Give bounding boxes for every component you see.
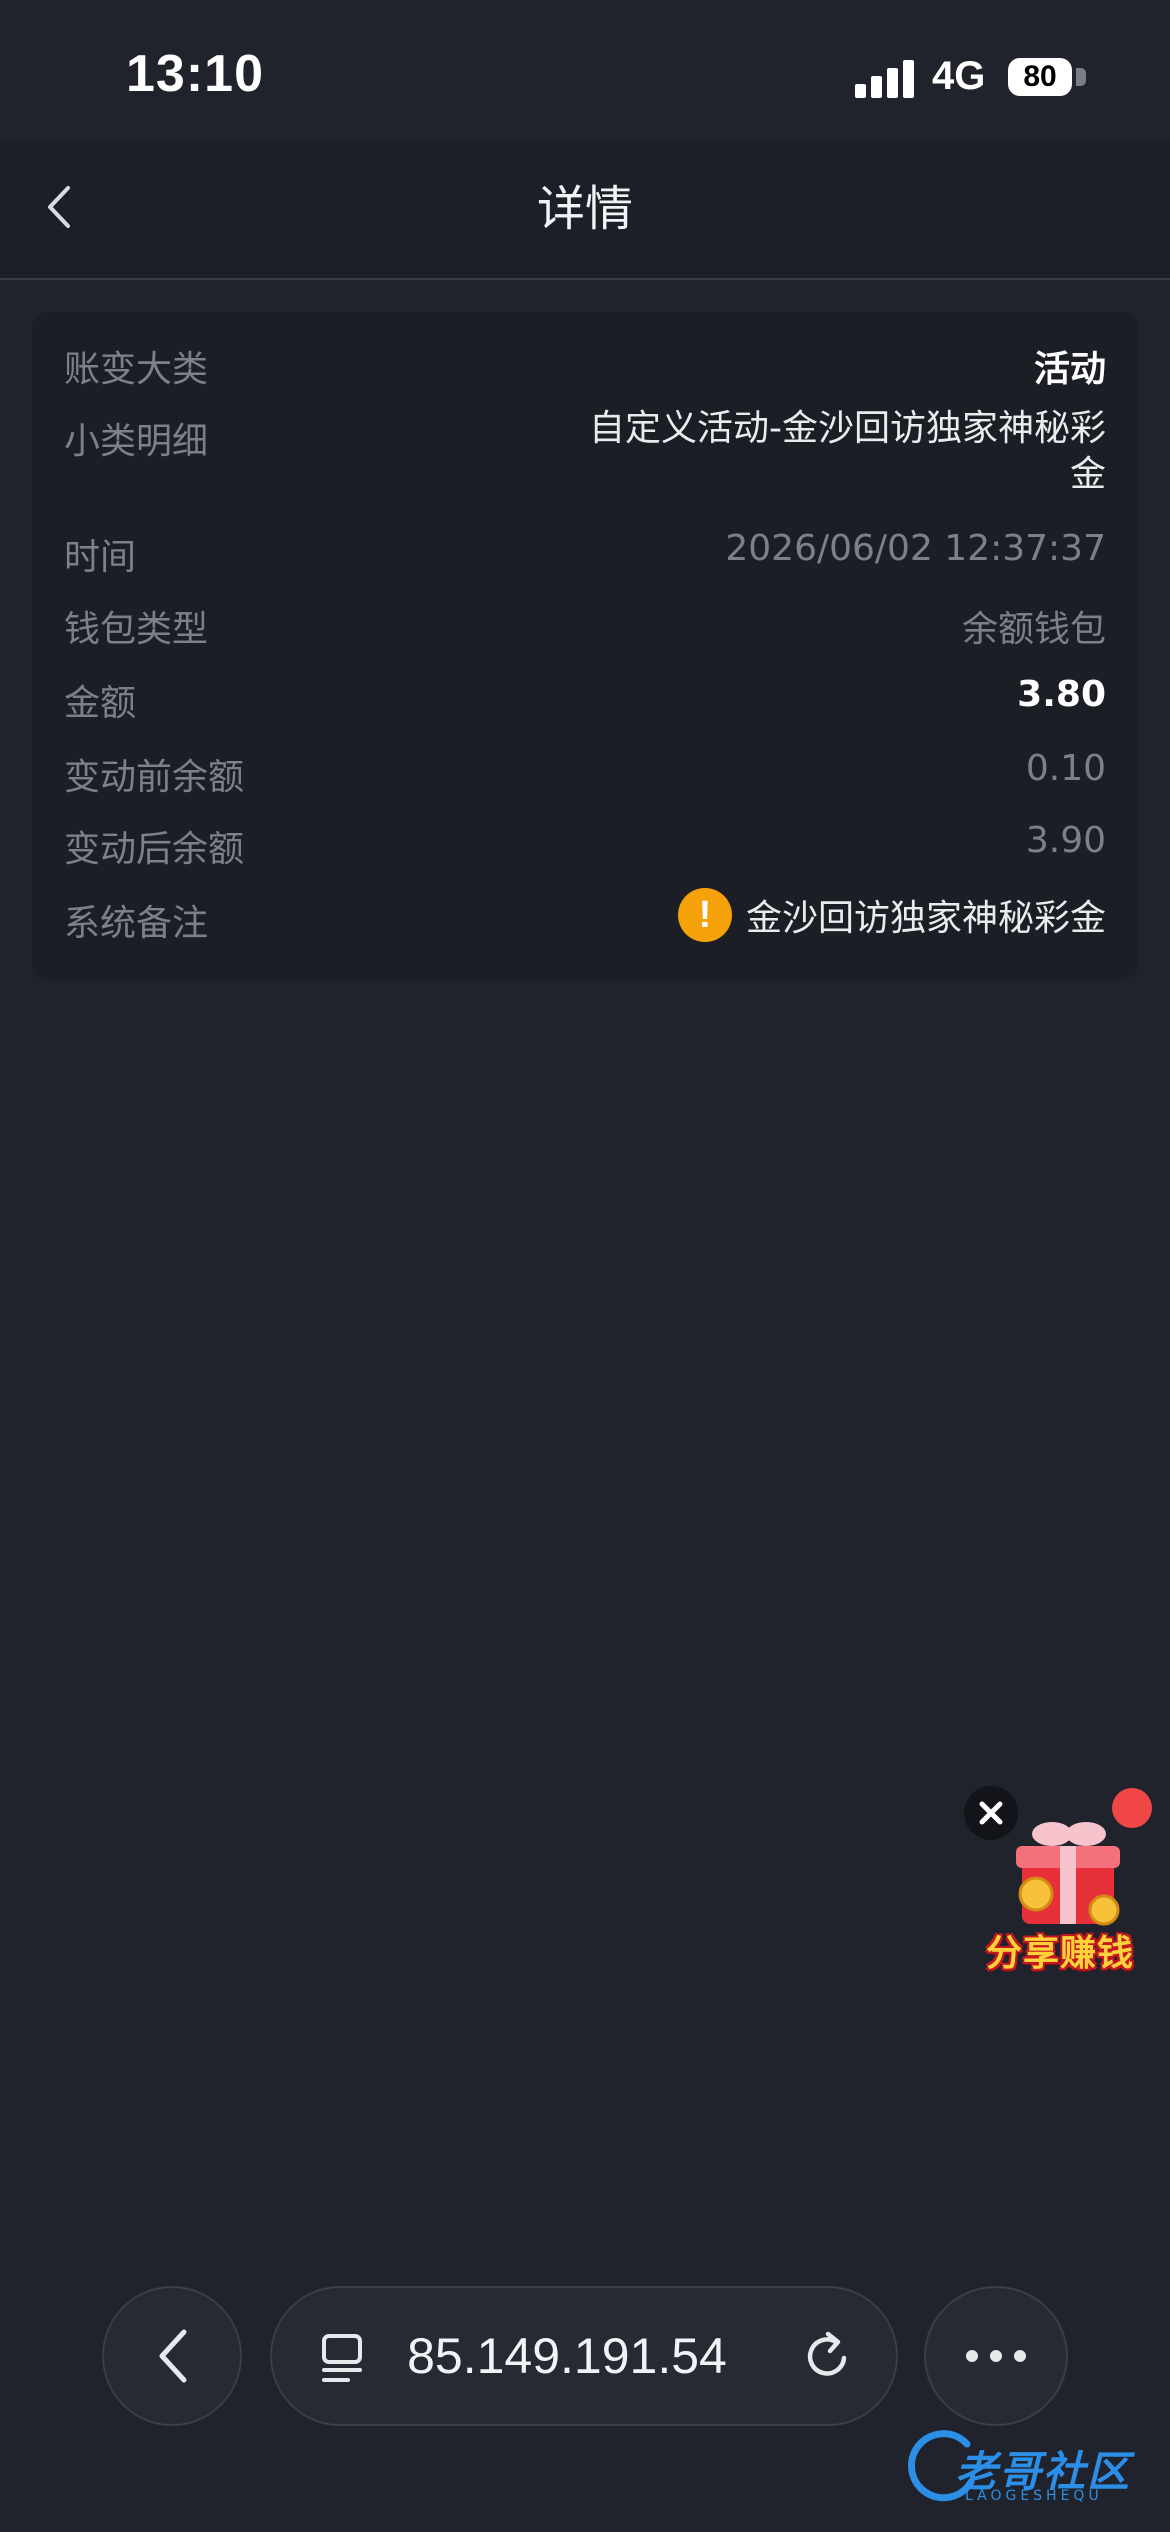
balance-before-label: 变动前余额: [64, 757, 245, 798]
subcategory-value: 自定义活动-金沙回访独家神秘彩金: [589, 408, 1106, 495]
share-earn-widget[interactable]: 分享赚钱: [964, 1784, 1154, 1974]
amount-value: 3.80: [1017, 674, 1106, 715]
amount-label: 金额: [64, 683, 137, 724]
watermark: 老哥社区 LAOGESHEQU: [905, 2422, 1165, 2522]
more-options-button[interactable]: [924, 2286, 1068, 2426]
battery-tip: [1076, 68, 1086, 86]
remark-value: 金沙回访独家神秘彩金: [745, 898, 1106, 939]
balance-after-label: 变动后余额: [64, 829, 245, 870]
browser-back-button[interactable]: [102, 2286, 242, 2426]
warning-icon[interactable]: !: [677, 888, 732, 942]
battery-icon: 80: [1008, 58, 1072, 96]
time-value: 2026/06/02 12:37:37: [725, 528, 1106, 569]
page-title: 详情: [536, 181, 633, 237]
network-type: 4G: [932, 54, 986, 98]
subcategory-label: 小类明细: [64, 421, 209, 462]
remark-value-group: ! 金沙回访独家神秘彩金: [677, 888, 1106, 942]
gift-icon: [1016, 1822, 1120, 1926]
share-earn-label: 分享赚钱: [985, 1933, 1134, 1974]
chevron-left-icon: [159, 2329, 187, 2383]
close-share-button[interactable]: [964, 1786, 1018, 1840]
reload-icon[interactable]: [800, 2328, 856, 2384]
chevron-left-icon: [48, 186, 70, 228]
page-menu-icon[interactable]: [318, 2332, 370, 2384]
nav-header: 详情: [0, 140, 1170, 280]
wallet-type-value: 余额钱包: [961, 609, 1106, 650]
back-button[interactable]: [24, 172, 94, 242]
balance-before-value: 0.10: [1025, 748, 1106, 789]
close-icon: [979, 1801, 1003, 1825]
category-value: 活动: [1033, 349, 1106, 390]
battery-level: 80: [1023, 60, 1057, 93]
address-bar[interactable]: 85.149.191.54: [270, 2286, 898, 2426]
status-time: 13:10: [126, 45, 264, 103]
time-label: 时间: [64, 537, 137, 578]
wallet-type-label: 钱包类型: [64, 609, 209, 650]
category-label: 账变大类: [64, 349, 209, 390]
detail-card: 账变大类 活动 小类明细 自定义活动-金沙回访独家神秘彩金 时间 2026/06…: [32, 312, 1138, 980]
page: 13:10 4G 80 详情 账变大类 活动 小类明细 自定义活动-金沙回访独家…: [0, 0, 1170, 2532]
remark-label: 系统备注: [64, 903, 209, 944]
balance-after-value: 3.90: [1025, 820, 1106, 861]
status-bar: 13:10 4G 80: [0, 0, 1170, 140]
watermark-subtext: LAOGESHEQU: [965, 2488, 1103, 2504]
url-text[interactable]: 85.149.191.54: [382, 2288, 752, 2424]
more-icon: [966, 2350, 1026, 2362]
signal-icon: [855, 60, 915, 98]
notification-dot: [1112, 1788, 1152, 1828]
